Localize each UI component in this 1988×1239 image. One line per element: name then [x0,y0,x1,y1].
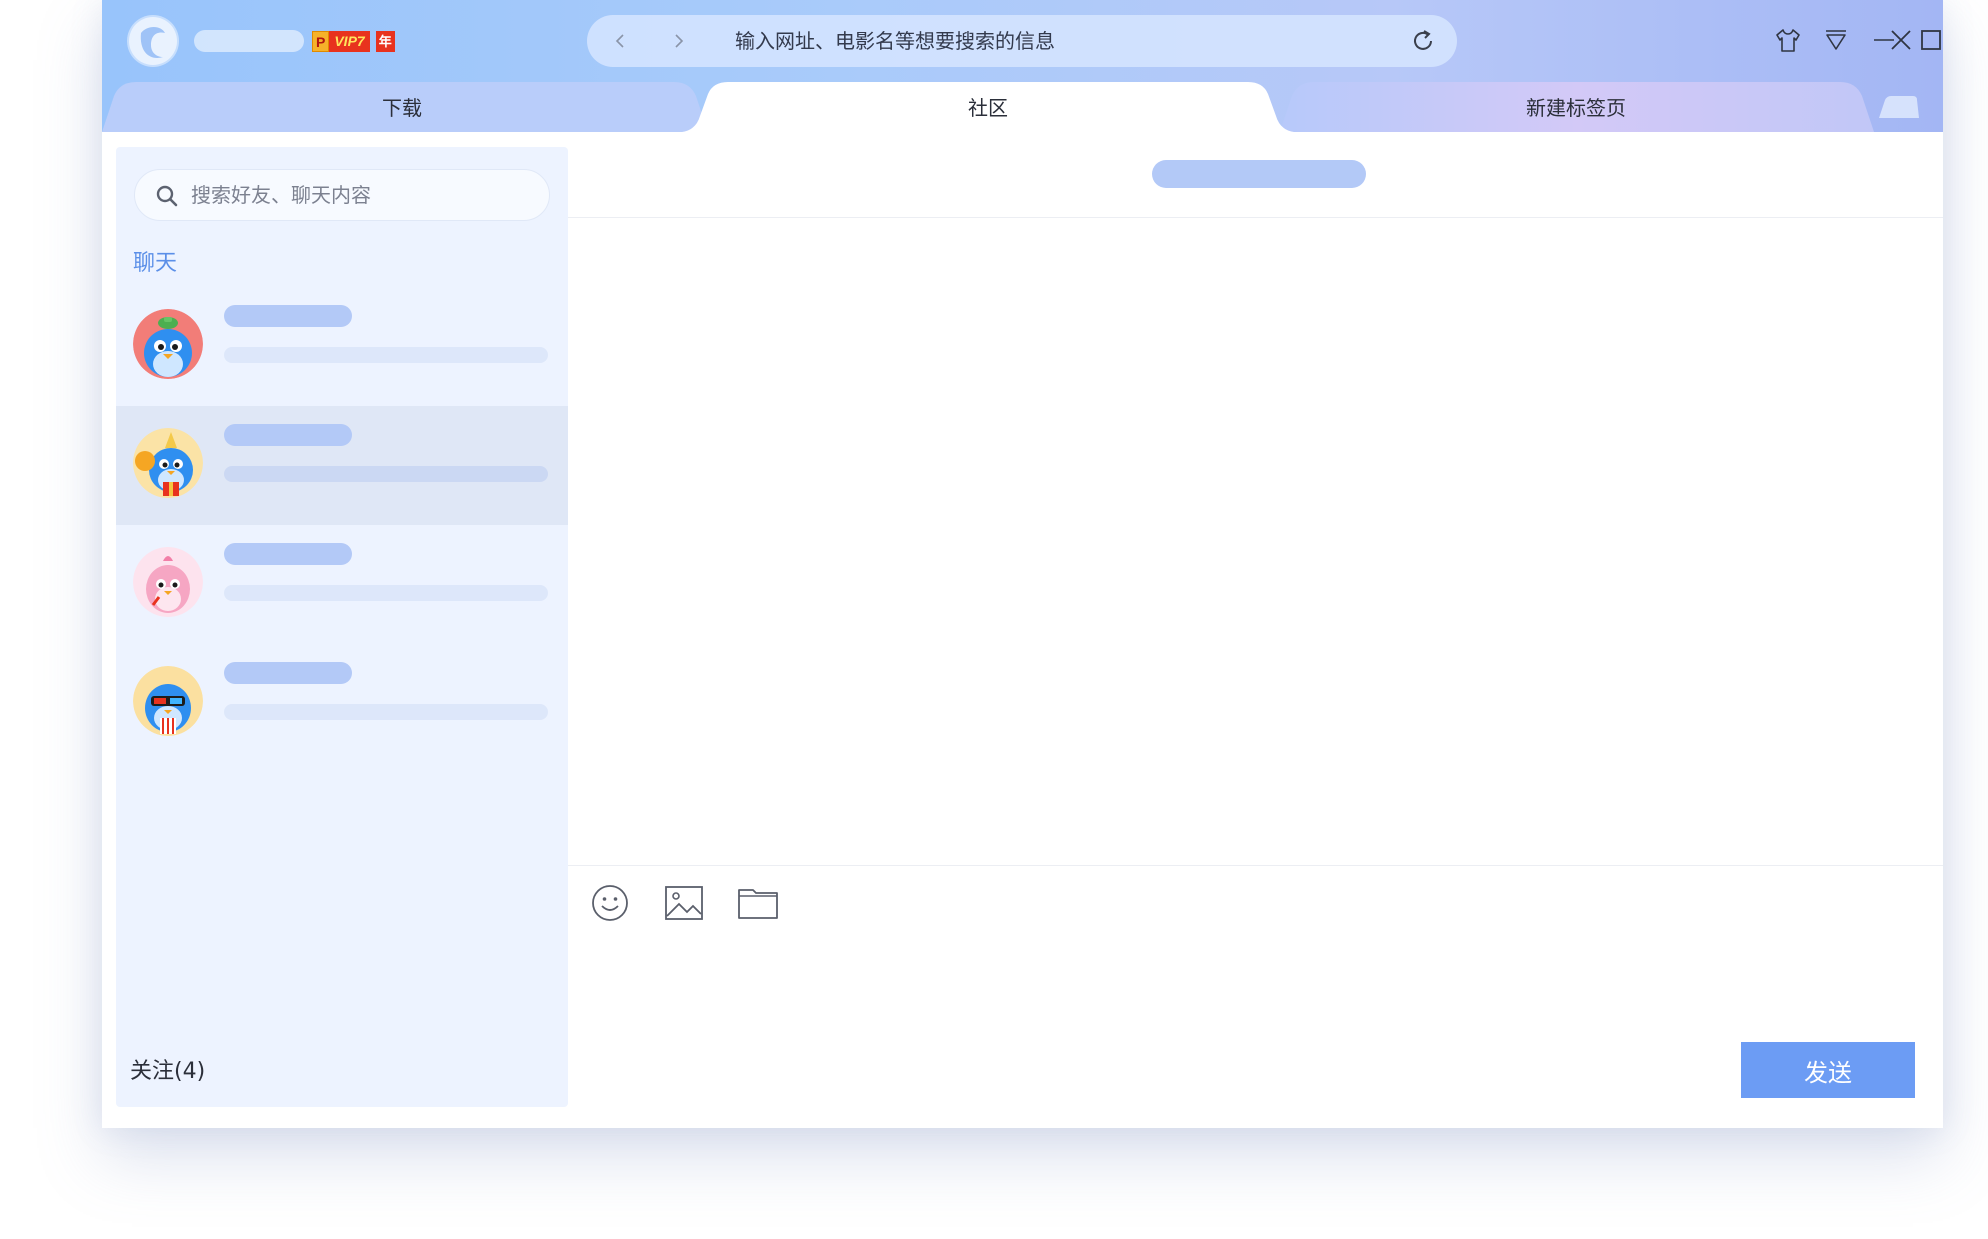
back-button[interactable] [605,25,637,57]
close-button[interactable] [1883,22,1919,58]
penguin-hat-avatar-icon [133,309,203,379]
address-input[interactable] [735,24,1355,58]
menu-button[interactable] [1818,22,1854,58]
avatar [133,309,203,379]
vip-badge[interactable]: P VIP7 年 [312,31,395,52]
search-icon [156,185,178,207]
forward-button[interactable] [662,25,694,57]
tab-label: 下载 [382,95,422,120]
new-tab-button[interactable] [1875,96,1919,118]
vip-level: VIP7 [329,31,370,52]
search-input[interactable] [191,179,521,211]
vip-year-mark: 年 [375,31,395,52]
avatar [133,666,203,736]
refresh-icon [1414,30,1432,50]
chat-title-placeholder [1152,160,1366,188]
close-icon [1891,30,1911,50]
app-logo-icon[interactable] [127,15,179,67]
avatar [133,547,203,617]
skin-button[interactable] [1770,22,1806,58]
send-button[interactable]: 发送 [1741,1042,1915,1098]
tab-new-tab[interactable]: 新建标签页 [1274,80,1878,132]
last-message-placeholder [224,466,548,482]
tab-label: 新建标签页 [1526,95,1626,120]
title-bar: P VIP7 年 输入网址、电影名等想要搜索的信息 下载 新建标签页 社区 [102,0,1943,132]
shirt-icon [1776,29,1800,52]
contact-name-placeholder [224,305,352,327]
tab-strip: 下载 新建标签页 社区 [102,80,1943,132]
penguin-3d-glasses-avatar-icon [133,666,203,736]
chat-list-item[interactable] [116,287,568,406]
penguin-party-avatar-icon [133,428,203,498]
image-button[interactable] [663,882,705,924]
username-placeholder[interactable] [194,30,304,52]
last-message-placeholder [224,585,548,601]
chat-list [116,287,568,763]
last-message-placeholder [224,704,548,720]
folder-icon [738,889,778,919]
chat-header [568,132,1943,218]
file-button[interactable] [737,882,779,924]
last-message-placeholder [224,347,548,363]
contact-name-placeholder [224,543,352,565]
contact-name-placeholder [224,662,352,684]
contact-name-placeholder [224,424,352,446]
chat-sidebar: 聊天 [116,147,568,1107]
message-area[interactable] [568,218,1943,866]
refresh-button[interactable] [1409,27,1437,55]
image-icon [665,886,703,920]
dropdown-menu-icon [1826,30,1846,50]
pink-bird-avatar-icon [133,547,203,617]
address-bar [587,15,1457,67]
tab-label: 社区 [968,95,1008,120]
chat-list-item-selected[interactable] [116,406,568,525]
avatar [133,428,203,498]
tab-download[interactable]: 下载 [102,80,702,132]
smiley-icon [592,885,628,921]
message-input[interactable] [582,938,1722,1108]
tab-community[interactable]: 社区 [682,80,1294,132]
emoji-button[interactable] [589,882,631,924]
chevron-right-icon [675,34,684,48]
app-window: P VIP7 年 输入网址、电影名等想要搜索的信息 下载 新建标签页 社区 搜索… [102,0,1943,1128]
search-box [134,169,550,221]
chat-section-title: 聊天 [133,251,178,276]
chevron-left-icon [615,34,624,48]
chat-list-item[interactable] [116,525,568,644]
follow-count-link[interactable]: 关注(4) [130,1053,205,1085]
chat-list-item[interactable] [116,644,568,763]
vip-p-mark: P [312,31,330,52]
